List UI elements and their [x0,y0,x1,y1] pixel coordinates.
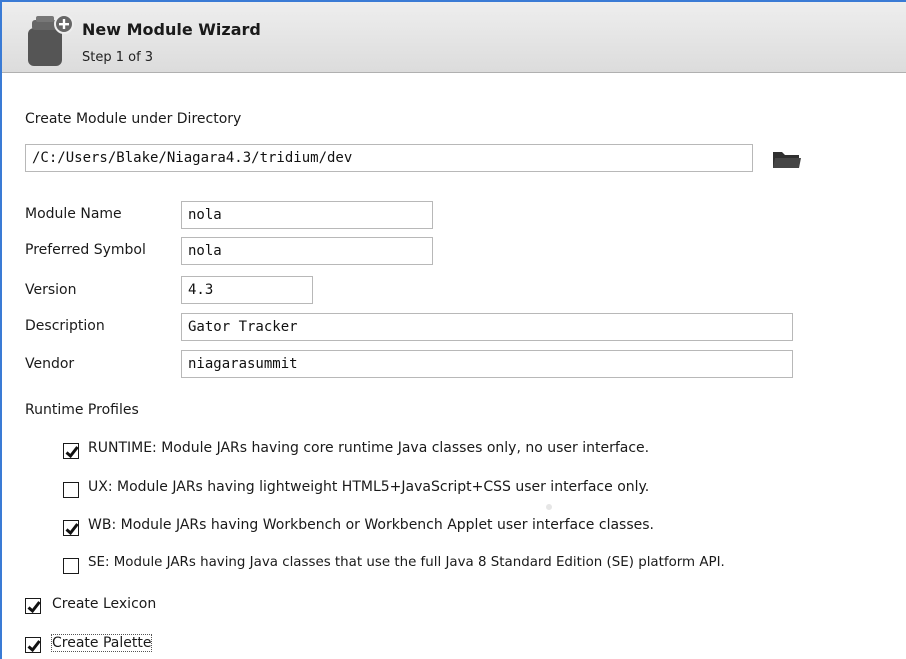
se-profile-label: SE: Module JARs having Java classes that… [88,555,725,570]
checkmark-icon [27,601,41,614]
checkmark-icon [27,640,41,653]
preferred-symbol-field[interactable]: nola [181,237,433,265]
ux-profile-label: UX: Module JARs having lightweight HTML5… [88,479,650,495]
checkmark-icon [65,446,79,459]
directory-field[interactable]: /C:/Users/Blake/Niagara4.3/tridium/dev [25,144,753,172]
wizard-header: New Module Wizard Step 1 of 3 [2,2,906,73]
se-profile-checkbox[interactable] [63,558,79,574]
preferred-symbol-label: Preferred Symbol [25,242,146,258]
vendor-label: Vendor [25,356,75,372]
runtime-profile-checkbox[interactable] [63,443,79,459]
create-palette-label: Create Palette [50,634,153,652]
create-palette-checkbox[interactable] [25,637,41,653]
create-lexicon-label: Create Lexicon [52,596,157,612]
wb-profile-label: WB: Module JARs having Workbench or Work… [88,517,654,533]
checkmark-icon [65,523,79,536]
version-label: Version [25,282,77,298]
cursor-shadow [546,504,552,510]
description-field[interactable]: Gator Tracker [181,313,793,341]
vendor-field[interactable]: niagarasummit [181,350,793,378]
directory-label: Create Module under Directory [25,111,242,127]
module-add-icon [28,14,74,66]
runtime-profiles-label: Runtime Profiles [25,402,139,418]
runtime-profile-label: RUNTIME: Module JARs having core runtime… [88,440,650,456]
create-lexicon-checkbox[interactable] [25,598,41,614]
wizard-step: Step 1 of 3 [82,50,154,65]
description-label: Description [25,318,105,334]
module-name-label: Module Name [25,206,122,222]
ux-profile-checkbox[interactable] [63,482,79,498]
folder-icon[interactable] [772,148,802,170]
wb-profile-checkbox[interactable] [63,520,79,536]
module-name-field[interactable]: nola [181,201,433,229]
version-field[interactable]: 4.3 [181,276,313,304]
wizard-title: New Module Wizard [82,20,261,39]
